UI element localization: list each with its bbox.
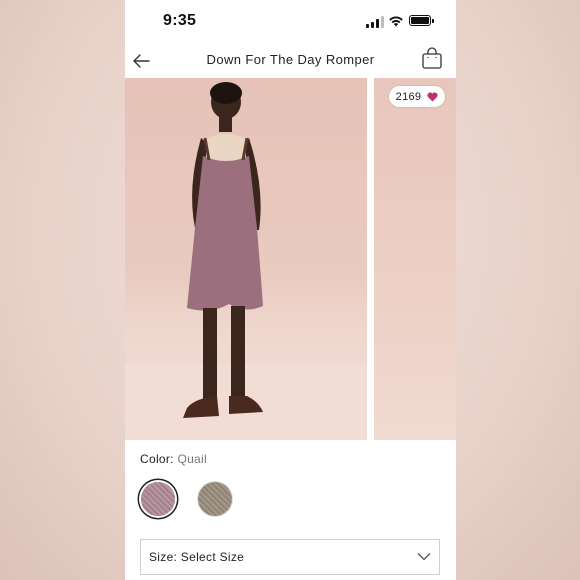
gallery-divider bbox=[367, 78, 374, 440]
product-image-next[interactable] bbox=[374, 78, 456, 440]
nav-bar: Down For The Day Romper bbox=[125, 44, 456, 77]
shopping-bag-icon[interactable] bbox=[421, 46, 443, 70]
color-swatch-quail[interactable] bbox=[141, 482, 175, 516]
page-title: Down For The Day Romper bbox=[206, 52, 375, 67]
likes-badge[interactable]: 2169 bbox=[389, 86, 445, 107]
chevron-down-icon bbox=[417, 553, 431, 561]
product-image-gallery[interactable]: 2169 bbox=[125, 78, 456, 440]
color-value: Quail bbox=[177, 452, 207, 466]
color-label: Color: Quail bbox=[140, 452, 207, 466]
model-photo bbox=[125, 82, 367, 440]
signal-icon bbox=[366, 16, 384, 28]
color-label-text: Color: bbox=[140, 452, 174, 466]
product-image-main[interactable] bbox=[125, 78, 367, 440]
color-swatch-taupe[interactable] bbox=[198, 482, 232, 516]
status-time: 9:35 bbox=[163, 12, 197, 29]
likes-count: 2169 bbox=[395, 90, 422, 103]
heart-icon bbox=[427, 91, 438, 101]
back-arrow-icon[interactable] bbox=[130, 50, 152, 72]
size-select-label: Size: Select Size bbox=[149, 550, 245, 564]
phone-screen: 9:35 Down For The Day Romper 2169 Color:… bbox=[125, 0, 456, 580]
wifi-icon bbox=[389, 16, 403, 27]
battery-icon bbox=[409, 15, 434, 26]
status-bar: 9:35 bbox=[125, 0, 456, 44]
size-select[interactable]: Size: Select Size bbox=[140, 539, 440, 575]
